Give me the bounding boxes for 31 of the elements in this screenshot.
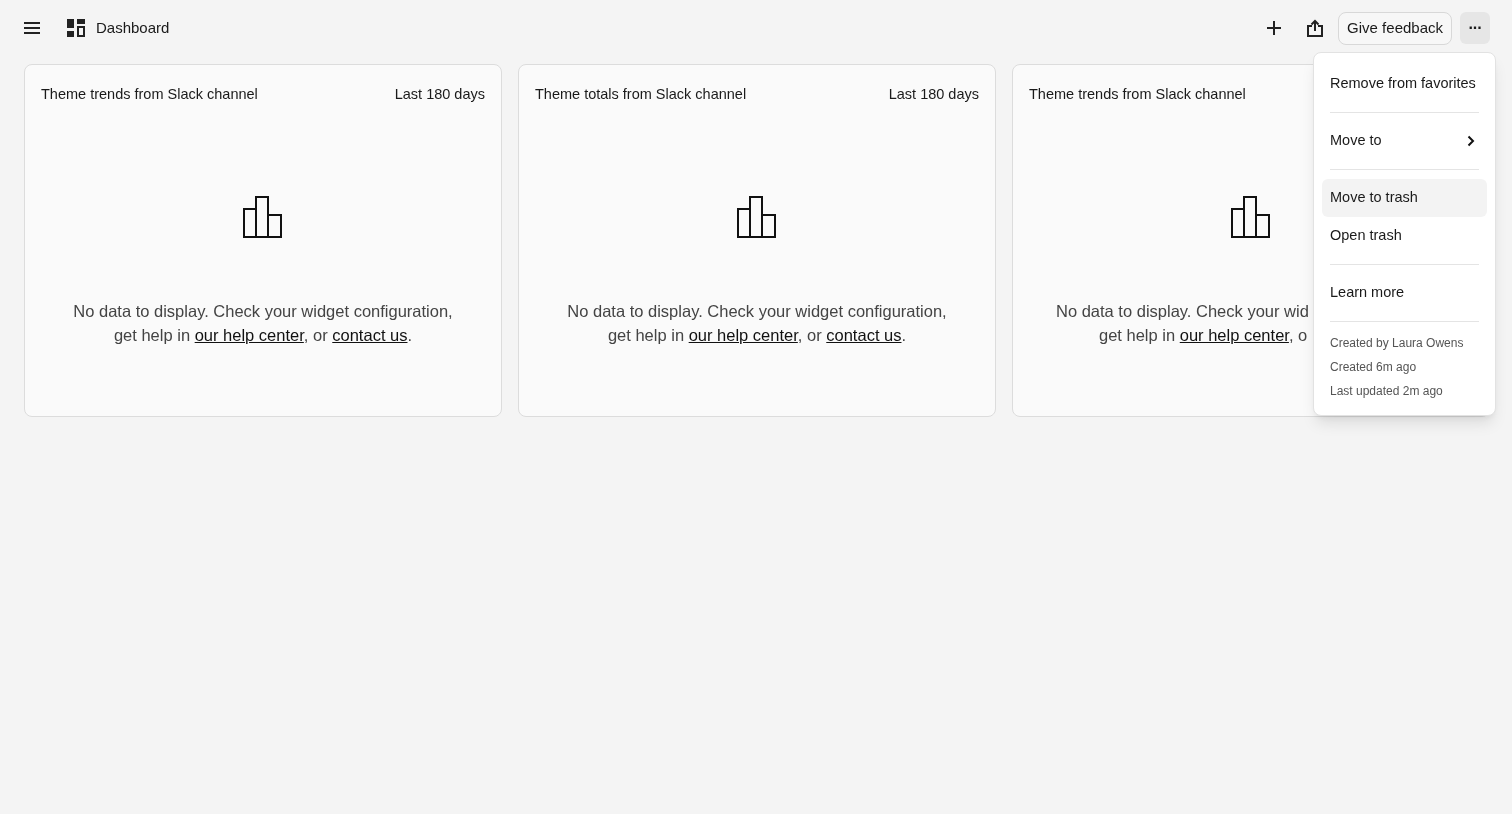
menu-item[interactable]: Open trash [1322,217,1487,255]
widget-title: Theme trends from Slack channel [1029,85,1246,104]
chevron-right-icon [1467,135,1475,147]
add-icon[interactable] [1266,20,1283,36]
menu-icon[interactable] [22,20,42,36]
more-button[interactable]: ··· [1460,12,1490,44]
menu-item[interactable]: Move to [1322,122,1487,160]
bar-chart-icon [1231,195,1271,238]
empty-state-message: No data to display. Check your widget configuration, get help in our help center, or contact us. [566,300,948,346]
empty-state-message: No data to display. Check your widget configuration, get help in our help center, or contact us. [72,300,454,346]
menu-item[interactable]: Move to trash [1322,179,1487,217]
give-feedback-button[interactable]: Give feedback [1338,11,1452,45]
contact-link[interactable]: contact us [332,325,408,344]
share-icon[interactable] [1306,19,1325,37]
menu-info-text: Created 6m ago [1329,359,1418,376]
widget-title: Theme trends from Slack channel [41,85,258,104]
bar-chart-icon [243,195,283,238]
bar-chart-icon [737,195,777,238]
menu-info-text: Created by Laura Owens [1329,335,1465,352]
menu-info-text: Last updated 2m ago [1329,383,1444,400]
page-title: Dashboard [96,17,170,38]
menu-item[interactable]: Learn more [1322,274,1487,312]
date-range: Last 180 days [394,85,485,104]
date-range: Last 180 days [888,85,979,104]
help-center-link[interactable]: our help center [1179,325,1289,344]
widget-title: Theme totals from Slack channel [535,85,747,104]
help-center-link[interactable]: our help center [194,325,304,344]
contact-link[interactable]: contact us [826,325,902,344]
help-center-link[interactable]: our help center [688,325,798,344]
menu-item[interactable]: Remove from favorites [1322,65,1487,103]
dashboard-icon [67,19,85,37]
